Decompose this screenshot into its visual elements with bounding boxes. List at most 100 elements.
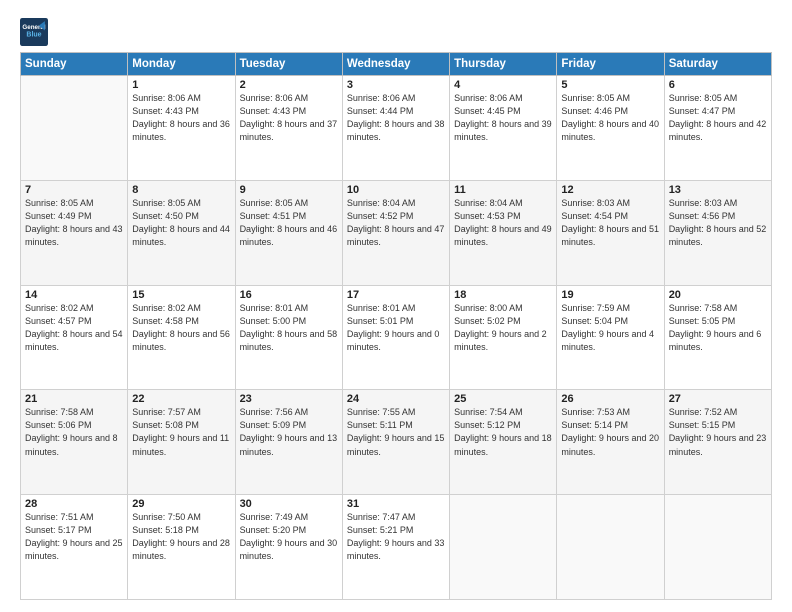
day-detail: Sunrise: 8:04 AM Sunset: 4:53 PM Dayligh… xyxy=(454,197,552,249)
calendar-cell: 10 Sunrise: 8:04 AM Sunset: 4:52 PM Dayl… xyxy=(342,180,449,285)
day-number: 11 xyxy=(454,184,552,196)
sunrise: Sunrise: 7:58 AM xyxy=(669,303,738,313)
day-number: 18 xyxy=(454,289,552,301)
day-number: 1 xyxy=(132,79,230,91)
day-number: 26 xyxy=(561,393,659,405)
calendar-cell: 23 Sunrise: 7:56 AM Sunset: 5:09 PM Dayl… xyxy=(235,390,342,495)
sunrise: Sunrise: 8:06 AM xyxy=(240,93,309,103)
day-number: 25 xyxy=(454,393,552,405)
daylight: Daylight: 8 hours and 43 minutes. xyxy=(25,224,123,247)
daylight: Daylight: 9 hours and 33 minutes. xyxy=(347,538,445,561)
sunset: Sunset: 5:01 PM xyxy=(347,316,414,326)
day-detail: Sunrise: 7:47 AM Sunset: 5:21 PM Dayligh… xyxy=(347,511,445,563)
sunset: Sunset: 5:08 PM xyxy=(132,420,199,430)
calendar-cell: 7 Sunrise: 8:05 AM Sunset: 4:49 PM Dayli… xyxy=(21,180,128,285)
sunset: Sunset: 5:12 PM xyxy=(454,420,521,430)
sunset: Sunset: 5:02 PM xyxy=(454,316,521,326)
sunrise: Sunrise: 8:00 AM xyxy=(454,303,523,313)
calendar-cell xyxy=(664,495,771,600)
sunset: Sunset: 4:45 PM xyxy=(454,106,521,116)
sunrise: Sunrise: 8:05 AM xyxy=(561,93,630,103)
sunset: Sunset: 5:06 PM xyxy=(25,420,92,430)
sunrise: Sunrise: 8:05 AM xyxy=(240,198,309,208)
day-detail: Sunrise: 8:00 AM Sunset: 5:02 PM Dayligh… xyxy=(454,302,552,354)
calendar-cell: 17 Sunrise: 8:01 AM Sunset: 5:01 PM Dayl… xyxy=(342,285,449,390)
calendar-cell: 14 Sunrise: 8:02 AM Sunset: 4:57 PM Dayl… xyxy=(21,285,128,390)
calendar-cell: 9 Sunrise: 8:05 AM Sunset: 4:51 PM Dayli… xyxy=(235,180,342,285)
day-detail: Sunrise: 7:49 AM Sunset: 5:20 PM Dayligh… xyxy=(240,511,338,563)
sunset: Sunset: 4:56 PM xyxy=(669,211,736,221)
calendar-cell: 13 Sunrise: 8:03 AM Sunset: 4:56 PM Dayl… xyxy=(664,180,771,285)
daylight: Daylight: 8 hours and 46 minutes. xyxy=(240,224,338,247)
calendar-cell: 19 Sunrise: 7:59 AM Sunset: 5:04 PM Dayl… xyxy=(557,285,664,390)
sunset: Sunset: 4:43 PM xyxy=(132,106,199,116)
day-detail: Sunrise: 8:05 AM Sunset: 4:49 PM Dayligh… xyxy=(25,197,123,249)
calendar-cell: 30 Sunrise: 7:49 AM Sunset: 5:20 PM Dayl… xyxy=(235,495,342,600)
sunset: Sunset: 4:53 PM xyxy=(454,211,521,221)
sunset: Sunset: 5:05 PM xyxy=(669,316,736,326)
sunset: Sunset: 5:14 PM xyxy=(561,420,628,430)
day-detail: Sunrise: 7:54 AM Sunset: 5:12 PM Dayligh… xyxy=(454,406,552,458)
day-detail: Sunrise: 7:58 AM Sunset: 5:06 PM Dayligh… xyxy=(25,406,123,458)
calendar-cell: 11 Sunrise: 8:04 AM Sunset: 4:53 PM Dayl… xyxy=(450,180,557,285)
day-detail: Sunrise: 8:03 AM Sunset: 4:54 PM Dayligh… xyxy=(561,197,659,249)
day-number: 13 xyxy=(669,184,767,196)
day-detail: Sunrise: 8:04 AM Sunset: 4:52 PM Dayligh… xyxy=(347,197,445,249)
sunrise: Sunrise: 7:57 AM xyxy=(132,407,201,417)
daylight: Daylight: 9 hours and 20 minutes. xyxy=(561,433,659,456)
day-number: 23 xyxy=(240,393,338,405)
day-number: 7 xyxy=(25,184,123,196)
daylight: Daylight: 8 hours and 47 minutes. xyxy=(347,224,445,247)
day-number: 10 xyxy=(347,184,445,196)
weekday-header-thursday: Thursday xyxy=(450,53,557,76)
day-number: 30 xyxy=(240,498,338,510)
sunset: Sunset: 5:00 PM xyxy=(240,316,307,326)
sunset: Sunset: 5:18 PM xyxy=(132,525,199,535)
day-number: 20 xyxy=(669,289,767,301)
sunset: Sunset: 4:47 PM xyxy=(669,106,736,116)
sunset: Sunset: 5:17 PM xyxy=(25,525,92,535)
sunset: Sunset: 4:43 PM xyxy=(240,106,307,116)
daylight: Daylight: 8 hours and 38 minutes. xyxy=(347,119,445,142)
day-detail: Sunrise: 8:06 AM Sunset: 4:45 PM Dayligh… xyxy=(454,92,552,144)
day-detail: Sunrise: 8:05 AM Sunset: 4:46 PM Dayligh… xyxy=(561,92,659,144)
sunset: Sunset: 5:09 PM xyxy=(240,420,307,430)
daylight: Daylight: 8 hours and 52 minutes. xyxy=(669,224,767,247)
day-number: 2 xyxy=(240,79,338,91)
day-detail: Sunrise: 8:06 AM Sunset: 4:44 PM Dayligh… xyxy=(347,92,445,144)
daylight: Daylight: 9 hours and 15 minutes. xyxy=(347,433,445,456)
sunrise: Sunrise: 8:02 AM xyxy=(25,303,94,313)
day-detail: Sunrise: 7:59 AM Sunset: 5:04 PM Dayligh… xyxy=(561,302,659,354)
daylight: Daylight: 8 hours and 56 minutes. xyxy=(132,329,230,352)
day-number: 21 xyxy=(25,393,123,405)
day-number: 5 xyxy=(561,79,659,91)
calendar-cell: 22 Sunrise: 7:57 AM Sunset: 5:08 PM Dayl… xyxy=(128,390,235,495)
day-number: 14 xyxy=(25,289,123,301)
sunrise: Sunrise: 8:03 AM xyxy=(561,198,630,208)
sunrise: Sunrise: 8:01 AM xyxy=(347,303,416,313)
day-number: 6 xyxy=(669,79,767,91)
calendar-cell: 16 Sunrise: 8:01 AM Sunset: 5:00 PM Dayl… xyxy=(235,285,342,390)
calendar-cell xyxy=(557,495,664,600)
sunrise: Sunrise: 7:54 AM xyxy=(454,407,523,417)
calendar-table: SundayMondayTuesdayWednesdayThursdayFrid… xyxy=(20,52,772,600)
calendar-cell: 20 Sunrise: 7:58 AM Sunset: 5:05 PM Dayl… xyxy=(664,285,771,390)
daylight: Daylight: 9 hours and 25 minutes. xyxy=(25,538,123,561)
calendar-cell: 27 Sunrise: 7:52 AM Sunset: 5:15 PM Dayl… xyxy=(664,390,771,495)
sunrise: Sunrise: 7:51 AM xyxy=(25,512,94,522)
sunrise: Sunrise: 8:01 AM xyxy=(240,303,309,313)
sunset: Sunset: 5:21 PM xyxy=(347,525,414,535)
day-detail: Sunrise: 8:02 AM Sunset: 4:57 PM Dayligh… xyxy=(25,302,123,354)
calendar-cell: 26 Sunrise: 7:53 AM Sunset: 5:14 PM Dayl… xyxy=(557,390,664,495)
daylight: Daylight: 8 hours and 51 minutes. xyxy=(561,224,659,247)
sunset: Sunset: 4:57 PM xyxy=(25,316,92,326)
day-number: 27 xyxy=(669,393,767,405)
sunrise: Sunrise: 7:52 AM xyxy=(669,407,738,417)
day-detail: Sunrise: 8:01 AM Sunset: 5:00 PM Dayligh… xyxy=(240,302,338,354)
sunrise: Sunrise: 8:03 AM xyxy=(669,198,738,208)
weekday-header-friday: Friday xyxy=(557,53,664,76)
calendar-cell: 1 Sunrise: 8:06 AM Sunset: 4:43 PM Dayli… xyxy=(128,76,235,181)
day-number: 19 xyxy=(561,289,659,301)
sunrise: Sunrise: 7:49 AM xyxy=(240,512,309,522)
day-detail: Sunrise: 8:05 AM Sunset: 4:50 PM Dayligh… xyxy=(132,197,230,249)
